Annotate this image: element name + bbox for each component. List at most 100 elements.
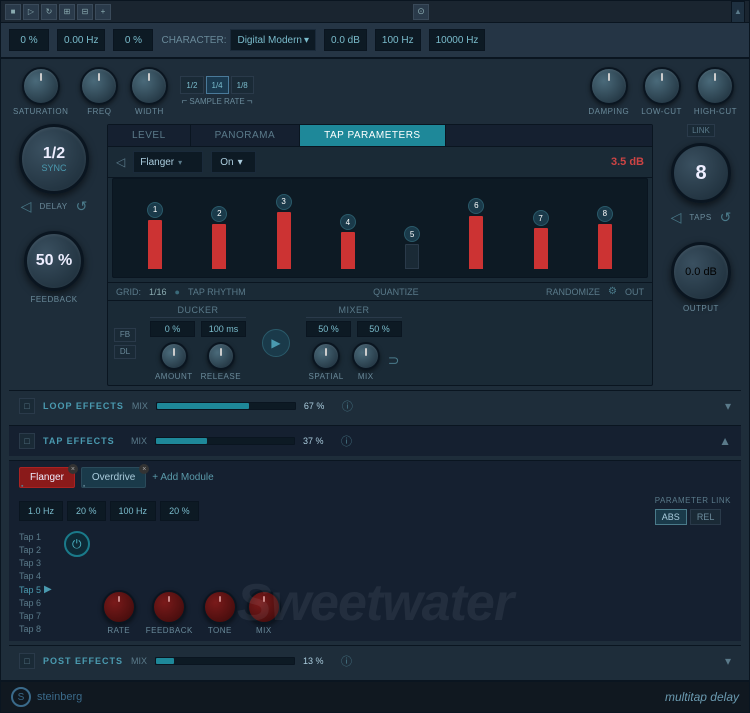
seq-bar-5[interactable] xyxy=(405,244,419,269)
post-mix-bar[interactable] xyxy=(155,657,295,665)
seq-col-7[interactable]: 7 xyxy=(511,187,571,269)
freq-knob[interactable] xyxy=(80,67,118,105)
delay-knob[interactable]: 1/2 SYNC xyxy=(19,124,89,194)
lowcut-knob[interactable] xyxy=(643,67,681,105)
toolbar-icon-2[interactable]: ▷ xyxy=(23,4,39,20)
tap-item-1[interactable]: Tap 1 xyxy=(19,531,52,543)
abs-button[interactable]: ABS xyxy=(655,509,687,525)
delay-right-icon[interactable]: ↺ xyxy=(76,198,88,215)
seq-col-5[interactable]: 5 xyxy=(382,187,442,269)
tap-mix-bar[interactable] xyxy=(155,437,295,445)
tap-param-3[interactable]: 100 Hz xyxy=(110,501,157,521)
rate-knob[interactable] xyxy=(102,590,136,624)
seq-bar-2[interactable] xyxy=(212,224,226,269)
rel-button[interactable]: REL xyxy=(690,509,722,525)
seq-col-1[interactable]: 1 xyxy=(125,187,185,269)
seq-bar-1[interactable] xyxy=(148,220,162,269)
tap-item-2[interactable]: Tap 2 xyxy=(19,544,52,556)
damping-knob[interactable] xyxy=(590,67,628,105)
flanger-module[interactable]: Flanger × ▪ xyxy=(19,467,75,488)
seq-bar-3[interactable] xyxy=(277,212,291,269)
settings-icon[interactable]: ⚙ xyxy=(608,286,617,297)
freq-display[interactable]: 0.00 Hz xyxy=(57,29,105,51)
dl-button[interactable]: DL xyxy=(114,345,136,359)
tone-knob[interactable] xyxy=(203,590,237,624)
width-display[interactable]: 0 % xyxy=(113,29,153,51)
camera-icon[interactable]: ⊙ xyxy=(413,4,429,20)
seq-col-2[interactable]: 2 xyxy=(189,187,249,269)
post-effects-chevron[interactable]: ▾ xyxy=(725,654,731,668)
amount-knob[interactable] xyxy=(160,342,188,370)
expand-button[interactable]: ▲ xyxy=(731,1,745,23)
post-effects-toggle[interactable]: □ xyxy=(19,653,35,669)
tap-mix-knob[interactable] xyxy=(247,590,281,624)
toolbar-icon-4[interactable]: ⊞ xyxy=(59,4,75,20)
tap-feedback-knob[interactable] xyxy=(152,590,186,624)
delay-left-icon[interactable]: ◁ xyxy=(21,198,32,215)
lowcut-display[interactable]: 100 Hz xyxy=(375,29,421,51)
tap-info-icon[interactable]: ⓘ xyxy=(341,433,352,449)
sr-btn-half[interactable]: 1/2 xyxy=(180,76,203,94)
tap-item-7[interactable]: Tap 7 xyxy=(19,610,52,622)
toolbar-icon-5[interactable]: ⊟ xyxy=(77,4,93,20)
tap-item-3[interactable]: Tap 3 xyxy=(19,557,52,569)
mixer-link-icon[interactable]: ⊃ xyxy=(388,352,400,369)
toolbar-icon-1[interactable]: ■ xyxy=(5,4,21,20)
tap-effects-toggle[interactable]: □ xyxy=(19,433,35,449)
output-knob[interactable]: 0.0 dB xyxy=(671,242,731,302)
play-button[interactable]: ▶ xyxy=(262,329,290,357)
loop-effects-toggle[interactable]: □ xyxy=(19,398,35,414)
spatial-knob[interactable] xyxy=(312,342,340,370)
seq-bar-4[interactable] xyxy=(341,232,355,269)
seq-bar-6[interactable] xyxy=(469,216,483,269)
add-module-button[interactable]: + Add Module xyxy=(152,472,213,483)
toolbar-icon-6[interactable]: + xyxy=(95,4,111,20)
grid-value[interactable]: 1/16 xyxy=(149,287,167,297)
amount-display[interactable]: 0 % xyxy=(150,321,195,337)
release-display[interactable]: 100 ms xyxy=(201,321,246,337)
taps-right-icon[interactable]: ↺ xyxy=(720,209,732,226)
tap-item-4[interactable]: Tap 4 xyxy=(19,570,52,582)
spatial-display[interactable]: 50 % xyxy=(306,321,351,337)
seq-bar-8[interactable] xyxy=(598,224,612,269)
tap-item-8[interactable]: Tap 8 xyxy=(19,623,52,635)
tap-effects-chevron[interactable]: ▲ xyxy=(719,434,731,448)
highcut-display[interactable]: 10000 Hz xyxy=(429,29,486,51)
tab-tap-parameters[interactable]: TAP PARAMETERS xyxy=(300,125,445,146)
seq-col-6[interactable]: 6 xyxy=(446,187,506,269)
post-info-icon[interactable]: ⓘ xyxy=(341,653,352,669)
overdrive-module[interactable]: Overdrive × ▪ xyxy=(81,467,146,488)
sequencer[interactable]: 12345678 xyxy=(112,178,648,278)
on-dropdown[interactable]: On ▾ xyxy=(211,151,256,173)
tap-item-5[interactable]: Tap 5 ▶ xyxy=(19,583,52,596)
seq-col-8[interactable]: 8 xyxy=(575,187,635,269)
mix-knob[interactable] xyxy=(352,342,380,370)
flanger-close-icon[interactable]: × xyxy=(68,464,78,474)
saturation-display[interactable]: 0 % xyxy=(9,29,49,51)
power-button[interactable]: ⏻ xyxy=(64,531,90,557)
seq-col-3[interactable]: 3 xyxy=(254,187,314,269)
taps-left-icon[interactable]: ◁ xyxy=(671,209,682,226)
feedback-knob[interactable]: 50 % xyxy=(24,231,84,291)
release-knob[interactable] xyxy=(207,342,235,370)
tap-item-6[interactable]: Tap 6 xyxy=(19,597,52,609)
tab-panorama[interactable]: PANORAMA xyxy=(191,125,301,146)
flanger-dropdown[interactable]: Flanger ▾ xyxy=(133,151,203,173)
mix-display[interactable]: 50 % xyxy=(357,321,402,337)
loop-mix-bar[interactable] xyxy=(156,402,296,410)
width-knob[interactable] xyxy=(130,67,168,105)
sr-btn-quarter[interactable]: 1/4 xyxy=(206,76,229,94)
loop-effects-chevron[interactable]: ▾ xyxy=(725,399,731,413)
fb-button[interactable]: FB xyxy=(114,328,136,342)
toolbar-icon-3[interactable]: ↻ xyxy=(41,4,57,20)
seq-bar-7[interactable] xyxy=(534,228,548,269)
saturation-knob[interactable] xyxy=(22,67,60,105)
tap-param-4[interactable]: 20 % xyxy=(160,501,199,521)
loop-info-icon[interactable]: ⓘ xyxy=(342,398,353,414)
tap-param-2[interactable]: 20 % xyxy=(67,501,106,521)
tap-param-1[interactable]: 1.0 Hz xyxy=(19,501,63,521)
overdrive-close-icon[interactable]: × xyxy=(139,464,149,474)
sr-btn-eighth[interactable]: 1/8 xyxy=(231,76,254,94)
nav-left-icon[interactable]: ◁ xyxy=(116,155,125,169)
highcut-knob[interactable] xyxy=(696,67,734,105)
